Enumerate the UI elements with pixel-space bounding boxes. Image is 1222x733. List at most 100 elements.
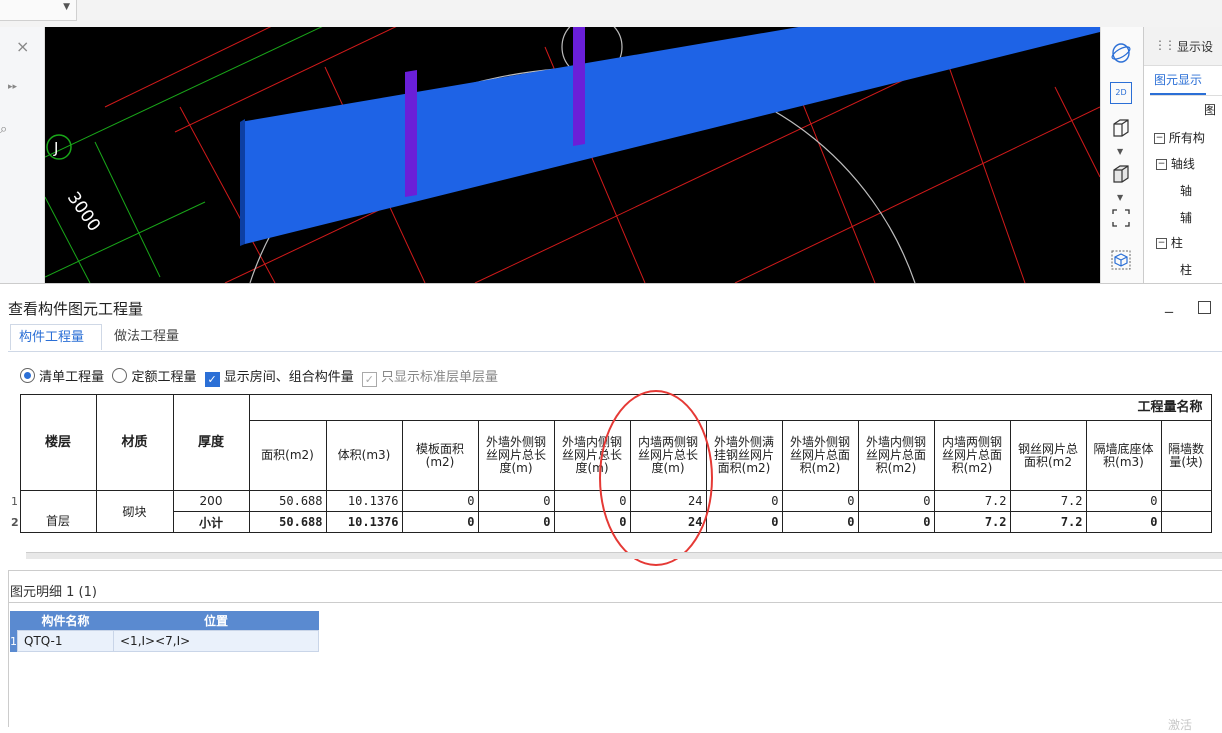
maximize-icon[interactable]	[1198, 301, 1211, 314]
wall-element[interactable]	[240, 27, 1100, 244]
2d-view-button[interactable]: 2D	[1110, 82, 1132, 104]
value-cell: 50.688	[248, 511, 327, 533]
bill-quantity-radio[interactable]	[20, 368, 35, 383]
dialog-title: 查看构件图元工程量	[8, 300, 144, 318]
column-header: 外墙外侧钢丝网片总长度(m)	[477, 420, 555, 491]
subtotal-label: 小计	[172, 511, 250, 533]
column-header: 图	[1204, 103, 1217, 117]
value-cell: 0	[1085, 511, 1162, 533]
wall-joint	[405, 70, 417, 197]
floor-cell: 首层	[19, 490, 97, 533]
panel-header: ⋮⋮ 显示设	[1144, 27, 1222, 66]
value-cell: 0	[705, 511, 783, 533]
tab-element-display[interactable]: 图元显示	[1150, 71, 1207, 95]
value-cell: 0	[553, 490, 631, 512]
bill-quantity-label[interactable]: 清单工程量	[39, 370, 104, 385]
horizontal-scrollbar[interactable]	[26, 552, 1222, 559]
dimension-label: 3000	[63, 188, 104, 235]
value-cell: 0	[1085, 490, 1162, 512]
table-row[interactable]: 2 小计 50.688 10.1376 0 0 0 24 0 0 0 7.2 7…	[11, 511, 1212, 533]
chevron-down-icon[interactable]: ▼	[1117, 147, 1123, 156]
fit-view-icon[interactable]	[1110, 207, 1132, 229]
column-header: 钢丝网片总面积(m2	[1009, 420, 1087, 491]
column-header: 隔墙数量(块)	[1160, 420, 1212, 491]
close-icon[interactable]: ×	[16, 37, 29, 56]
collapse-icon[interactable]: −	[1156, 238, 1167, 249]
group-header: 工程量名称	[248, 394, 1212, 421]
detail-table: 构件名称 位置 1 QTQ-1 <1,I><7,I>	[10, 611, 319, 652]
tree-item[interactable]: − 柱	[1156, 234, 1222, 260]
thickness-cell: 200	[172, 490, 250, 512]
column-header: 内墙两侧钢丝网片总长度(m)	[629, 420, 707, 491]
floor-select[interactable]: ▼	[0, 0, 77, 21]
quota-quantity-radio[interactable]	[112, 368, 128, 383]
row-number: 1	[11, 490, 21, 512]
column-header: 内墙两侧钢丝网片总面积(m2)	[933, 420, 1011, 491]
tree-item[interactable]: 柱	[1180, 261, 1222, 283]
column-header: 厚度	[172, 394, 250, 491]
tree-item[interactable]: − 轴线	[1156, 155, 1222, 181]
value-cell: 7.2	[1009, 511, 1087, 533]
row-number: 2	[11, 511, 21, 533]
3d-box-icon[interactable]	[1110, 249, 1132, 271]
column-header: 体积(m3)	[325, 420, 403, 491]
value-cell: 24	[629, 490, 707, 512]
cube-solid-icon[interactable]	[1110, 163, 1132, 185]
value-cell: 24	[629, 511, 707, 533]
value-cell: 0	[477, 490, 555, 512]
value-cell: 7.2	[933, 511, 1011, 533]
drag-handle-icon[interactable]: ⋮⋮	[1154, 38, 1176, 52]
collapse-icon[interactable]: −	[1156, 159, 1167, 170]
search-icon[interactable]: ⌕	[0, 122, 7, 137]
panel-title: 显示设	[1177, 40, 1214, 54]
quantity-table: 楼层 材质 厚度 工程量名称 面积(m2) 体积(m3) 模板面积(m2) 外墙…	[11, 394, 1212, 533]
orbit-icon[interactable]	[1110, 42, 1132, 64]
value-cell: 0	[553, 511, 631, 533]
column-header: 楼层	[19, 394, 97, 491]
column-header: 位置	[113, 611, 319, 631]
column-header: 外墙外侧满挂钢丝网片面积(m2)	[705, 420, 783, 491]
collapse-icon[interactable]: −	[1154, 133, 1165, 144]
value-cell: 7.2	[933, 490, 1011, 512]
tree-item[interactable]: 辅	[1180, 209, 1222, 235]
show-room-checkbox[interactable]: ✓	[204, 372, 220, 387]
column-header: 外墙内侧钢丝网片总长度(m)	[553, 420, 631, 491]
table-row[interactable]: 1 首层 砌块 200 50.688 10.1376 0 0 0 24 0 0 …	[11, 490, 1212, 533]
row-number: 1	[10, 630, 18, 652]
value-cell	[1160, 490, 1212, 512]
view-toolbar: 2D ▼ ▼	[1100, 27, 1143, 283]
chevron-down-icon[interactable]: ▼	[1117, 193, 1123, 202]
tab-component-quantity[interactable]: 构件工程量	[10, 324, 102, 350]
column-header: 外墙内侧钢丝网片总面积(m2)	[857, 420, 935, 491]
show-room-label[interactable]: 显示房间、组合构件量	[224, 370, 354, 385]
value-cell: 0	[705, 490, 783, 512]
top-toolbar	[0, 0, 1222, 28]
value-cell: 0	[477, 511, 555, 533]
component-name-cell: QTQ-1	[17, 630, 114, 652]
tree-item[interactable]: 轴	[1180, 182, 1222, 208]
value-cell	[1160, 511, 1212, 533]
column-header: 构件名称	[17, 611, 114, 631]
value-cell: 0	[781, 490, 859, 512]
activation-watermark: 激活	[1168, 718, 1193, 732]
tab-method-quantity[interactable]: 做法工程量	[106, 324, 187, 349]
detail-section-title: 图元明细 1 (1)	[10, 585, 97, 600]
value-cell: 50.688	[248, 490, 327, 512]
detail-count: 1 (1)	[66, 585, 97, 600]
axis-label: J	[53, 139, 58, 157]
table-row[interactable]: 1 QTQ-1 <1,I><7,I>	[10, 630, 319, 652]
quota-quantity-label[interactable]: 定额工程量	[131, 370, 196, 385]
column-header: 面积(m2)	[248, 420, 327, 491]
model-viewport[interactable]: J 3000	[45, 27, 1100, 283]
expand-icon[interactable]: ▸▸	[8, 82, 17, 92]
cube-icon[interactable]	[1110, 117, 1132, 139]
value-cell: 0	[401, 490, 479, 512]
tree-item[interactable]: − 所有构	[1154, 129, 1222, 155]
display-settings-panel: ⋮⋮ 显示设 图元显示 图 − 所有构 − 轴线 轴 辅 − 柱 柱	[1143, 27, 1222, 283]
value-cell: 0	[857, 511, 935, 533]
column-header: 模板面积(m2)	[401, 420, 479, 491]
column-header: 隔墙底座体积(m3)	[1085, 420, 1162, 491]
minimize-icon[interactable]: _	[1165, 294, 1173, 313]
wall-joint	[573, 27, 585, 146]
viewport-canvas: J 3000	[45, 27, 1100, 283]
